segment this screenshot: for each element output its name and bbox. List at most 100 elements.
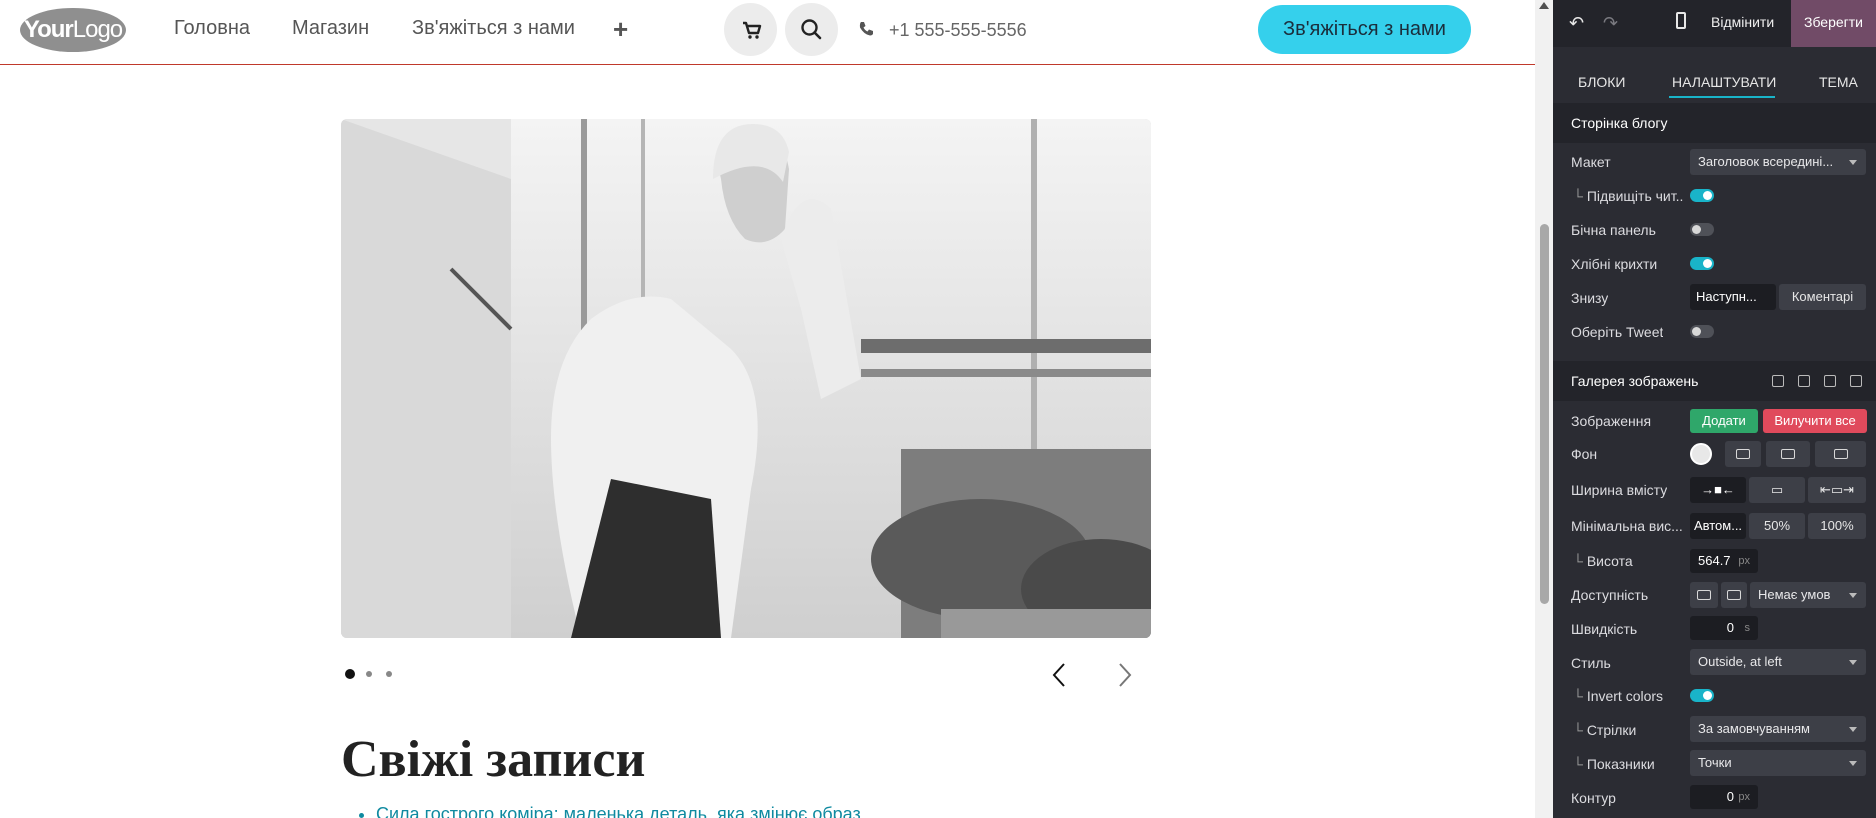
plus-icon[interactable]: +: [613, 14, 628, 45]
carousel-dot-3[interactable]: [386, 671, 392, 677]
images-label: Зображення: [1571, 413, 1652, 429]
recent-posts-title: Свіжі записи: [341, 731, 646, 788]
style-label: Стиль: [1571, 655, 1611, 671]
gallery-section-header: Галерея зображень: [1553, 361, 1876, 401]
sidebar-toggle[interactable]: [1690, 223, 1714, 236]
contact-cta-button[interactable]: Зв'яжіться з нами: [1258, 5, 1471, 54]
blog-page-section-header: Сторінка блогу: [1553, 103, 1876, 143]
mobile-preview-icon[interactable]: [1676, 12, 1686, 29]
hide-desktop-button[interactable]: [1690, 582, 1718, 608]
indicators-label: Показники: [1571, 756, 1655, 772]
speed-value: 0: [1726, 620, 1734, 635]
carousel-dot-1[interactable]: [345, 669, 355, 679]
speed-label: Швидкість: [1571, 621, 1638, 637]
scroll-up-arrow-icon[interactable]: [1539, 2, 1549, 9]
tab-blocks[interactable]: БЛОКИ: [1578, 74, 1625, 90]
carousel-prev-arrow[interactable]: [1050, 662, 1070, 688]
arrows-select[interactable]: За замовчуванням: [1690, 716, 1866, 742]
desktop-hidden-icon: [1697, 590, 1711, 600]
breadcrumbs-label: Хлібні крихти: [1571, 256, 1658, 272]
tab-customize[interactable]: НАЛАШТУВАТИ: [1672, 74, 1776, 90]
min-height-auto[interactable]: Автом...: [1690, 513, 1746, 539]
arrows-label: Стрілки: [1571, 722, 1637, 738]
tweet-label: Оберіть Tweet: [1571, 324, 1664, 340]
min-height-label: Мінімальна вис...: [1571, 518, 1683, 534]
content-width-label: Ширина вмісту: [1571, 482, 1668, 498]
width-full-icon: ⇤▭⇥: [1819, 482, 1855, 497]
readability-label: Підвищіть чит...: [1571, 188, 1683, 204]
save-block-icon[interactable]: [1798, 375, 1810, 387]
phone-number[interactable]: +1 555-555-5556: [889, 20, 1027, 41]
editor-toolbar: ↶ ↷ Відмінити Зберегти: [1553, 0, 1876, 47]
hide-mobile-button[interactable]: [1721, 582, 1747, 608]
bg-video-button[interactable]: [1766, 441, 1810, 467]
height-unit: px: [1738, 555, 1750, 567]
invert-colors-label: Invert colors: [1571, 688, 1663, 704]
post-link[interactable]: Сила гострого коміра: маленька деталь, я…: [376, 804, 861, 818]
border-label: Контур: [1571, 790, 1616, 806]
active-tab-indicator: [1669, 96, 1775, 98]
phone-icon: [859, 22, 873, 36]
editor-panel: ↶ ↷ Відмінити Зберегти БЛОКИ НАЛАШТУВАТИ…: [1553, 0, 1876, 818]
carousel-image: [341, 119, 1151, 638]
style-select[interactable]: Outside, at left: [1690, 649, 1866, 675]
width-small-icon: →■←: [1701, 482, 1735, 497]
blog-page-section-title: Сторінка блогу: [1571, 115, 1668, 131]
trash-icon[interactable]: [1850, 375, 1862, 387]
gallery-section-title: Галерея зображень: [1571, 373, 1699, 389]
duplicate-icon[interactable]: [1824, 375, 1836, 387]
min-height-100[interactable]: 100%: [1808, 513, 1866, 539]
tweet-toggle[interactable]: [1690, 325, 1714, 338]
sidebar-label: Бічна панель: [1571, 222, 1656, 238]
discard-button[interactable]: Відмінити: [1711, 14, 1774, 30]
bg-image-button[interactable]: [1725, 441, 1761, 467]
nav-shop[interactable]: Магазин: [292, 17, 369, 40]
page-scrollbar[interactable]: [1535, 0, 1553, 818]
visibility-select[interactable]: Немає умов: [1750, 582, 1866, 608]
site-logo[interactable]: YourLogo: [20, 8, 126, 52]
height-label: Висота: [1571, 553, 1633, 569]
indicators-select[interactable]: Точки: [1690, 750, 1866, 776]
bottom-option-comments[interactable]: Коментарі: [1779, 284, 1866, 310]
border-input[interactable]: 0 px: [1690, 785, 1758, 809]
readability-toggle[interactable]: [1690, 189, 1714, 202]
add-images-button[interactable]: Додати: [1690, 409, 1758, 433]
bg-shape-button[interactable]: [1815, 441, 1866, 467]
nav-home[interactable]: Головна: [174, 17, 250, 40]
recent-posts-list: Сила гострого коміра: маленька деталь, я…: [358, 804, 861, 818]
background-label: Фон: [1571, 446, 1598, 462]
breadcrumbs-toggle[interactable]: [1690, 257, 1714, 270]
remove-all-images-button[interactable]: Вилучити все: [1763, 409, 1867, 433]
redo-icon[interactable]: ↷: [1603, 13, 1618, 34]
invert-colors-toggle[interactable]: [1690, 689, 1714, 702]
carousel-next-arrow[interactable]: [1114, 662, 1134, 688]
undo-icon[interactable]: ↶: [1569, 13, 1584, 34]
border-unit: px: [1738, 791, 1750, 803]
layout-select[interactable]: Заголовок всередині...: [1690, 149, 1866, 175]
scrollbar-thumb[interactable]: [1540, 224, 1549, 604]
height-input[interactable]: 564.7 px: [1690, 549, 1758, 573]
nav-contact[interactable]: Зв'яжіться з нами: [412, 17, 575, 40]
mobile-hidden-icon: [1727, 590, 1741, 600]
tab-theme[interactable]: ТЕМА: [1819, 74, 1858, 90]
camera-icon: [1736, 449, 1750, 459]
visibility-label: Доступність: [1571, 587, 1649, 603]
carousel-dot-2[interactable]: [366, 671, 372, 677]
width-full-option[interactable]: ⇤▭⇥: [1808, 477, 1866, 503]
website-preview: YourLogo Головна Магазин Зв'яжіться з на…: [0, 0, 1535, 818]
save-button[interactable]: Зберегти: [1791, 0, 1876, 47]
background-color-swatch[interactable]: [1690, 443, 1712, 465]
width-small-option[interactable]: →■←: [1690, 477, 1746, 503]
border-value: 0: [1726, 789, 1734, 804]
search-icon: [801, 19, 822, 40]
link-icon[interactable]: [1772, 375, 1784, 387]
cart-button[interactable]: [724, 3, 777, 56]
min-height-50[interactable]: 50%: [1749, 513, 1805, 539]
search-button[interactable]: [785, 3, 838, 56]
editor-tabs: БЛОКИ НАЛАШТУВАТИ ТЕМА: [1553, 47, 1876, 99]
gallery-actions: [1758, 374, 1862, 390]
image-shape-icon: [1833, 449, 1848, 459]
bottom-option-next[interactable]: Наступн...: [1690, 284, 1776, 310]
width-regular-option[interactable]: ▭: [1749, 477, 1805, 503]
speed-input[interactable]: 0s: [1690, 616, 1758, 640]
